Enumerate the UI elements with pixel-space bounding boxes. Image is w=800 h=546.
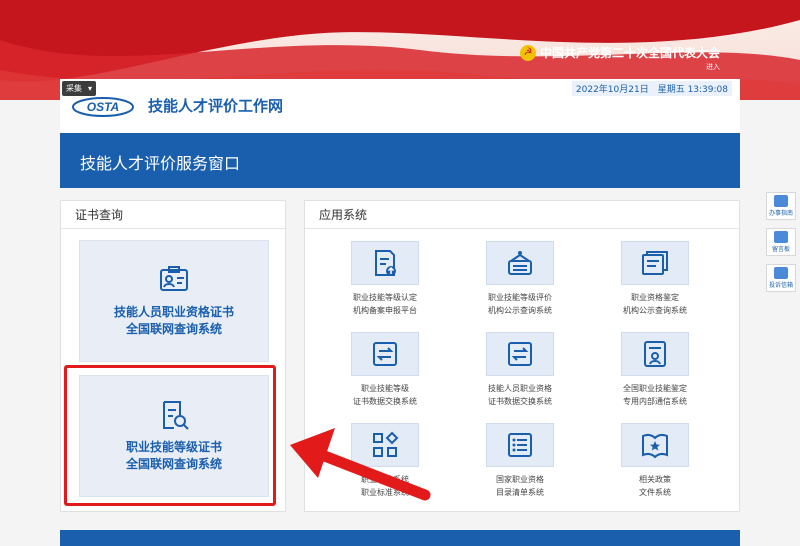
chat-icon xyxy=(774,231,788,243)
app-label-line1: 相关政策 xyxy=(639,475,671,484)
apps-panel: 应用系统 职业技能等级认定 机构备案申报平台 职业技能等级评价 机构公示查询系统 职… xyxy=(304,200,740,512)
app-tile-appraisal-publicity[interactable]: 职业资格鉴定 机构公示查询系统 xyxy=(590,241,720,317)
mail-icon xyxy=(774,267,788,279)
app-label-line1: 职业技能等级 xyxy=(361,384,409,393)
app-label-line2: 目录清单系统 xyxy=(496,488,544,497)
document-upload-icon xyxy=(375,250,396,276)
logo-text: OSTA xyxy=(87,100,119,114)
exchange-icon xyxy=(508,342,532,366)
app-tile-internal-comms[interactable]: 全国职业技能鉴定 专用内部通信系统 xyxy=(590,332,720,408)
map-icon xyxy=(774,195,788,207)
service-window-bar: 技能人才评价服务窗口 xyxy=(60,133,740,188)
app-label-line1: 职业标准系统 xyxy=(361,475,409,484)
party-emblem-icon: ☭ xyxy=(519,44,536,61)
site-title: 技能人才评价工作网 xyxy=(148,97,284,115)
app-label-line1: 技能人员职业资格 xyxy=(488,384,552,393)
collect-label: 采集 xyxy=(66,84,82,93)
footer-bar xyxy=(60,530,740,546)
side-tab-message-board[interactable]: 留言板 xyxy=(766,228,796,256)
cert-query-heading: 证书查询 xyxy=(61,201,285,229)
app-label-line2: 职业标准系统 xyxy=(361,488,409,497)
app-tile-evaluation-publicity[interactable]: 职业技能等级评价 机构公示查询系统 xyxy=(455,241,585,317)
app-label-line1: 国家职业资格 xyxy=(496,475,544,484)
app-label-line2: 文件系统 xyxy=(639,488,671,497)
side-tab-guide[interactable]: 办事指南 xyxy=(766,192,796,220)
policy-book-icon xyxy=(642,433,668,459)
certificate-person-icon xyxy=(160,266,188,291)
service-window-title: 技能人才评价服务窗口 xyxy=(80,154,241,173)
party-congress-badge[interactable]: ☭ 中国共产党第二十次全国代表大会 xyxy=(519,44,720,61)
osta-logo[interactable]: OSTA xyxy=(72,96,134,118)
side-tab-label: 办事指南 xyxy=(768,210,793,217)
party-congress-enter[interactable]: 进入 xyxy=(706,62,720,72)
side-tab-label: 投诉信箱 xyxy=(768,282,793,289)
qualification-cert-line1: 技能人员职业资格证书 xyxy=(113,305,234,319)
list-icon xyxy=(508,433,532,457)
app-tile-occupation-standards[interactable]: 职业标准系统 职业标准系统 xyxy=(320,423,450,499)
app-label-line1: 职业技能等级评价 xyxy=(488,293,552,302)
app-label-line1: 全国职业技能鉴定 xyxy=(623,384,687,393)
contact-card-icon xyxy=(644,341,666,367)
app-label-line2: 证书数据交换系统 xyxy=(353,397,417,406)
site-header: 采集 ▾ OSTA 技能人才评价工作网 2022年10月21日 星期五 13:3… xyxy=(60,79,740,133)
app-label-line1: 职业技能等级认定 xyxy=(353,293,417,302)
notice-board-icon xyxy=(508,251,532,275)
side-tab-label: 留言板 xyxy=(771,246,790,253)
app-label-line2: 机构公示查询系统 xyxy=(623,306,687,315)
collect-button[interactable]: 采集 ▾ xyxy=(62,81,97,96)
app-tile-policy-documents[interactable]: 相关政策 文件系统 xyxy=(590,423,720,499)
side-tab-complaint-mailbox[interactable]: 投诉信箱 xyxy=(766,264,796,292)
app-label-line1: 职业资格鉴定 xyxy=(631,293,679,302)
qualification-cert-line2: 全国联网查询系统 xyxy=(125,322,222,336)
exchange-icon xyxy=(373,342,397,366)
annotation-highlight-box xyxy=(64,365,276,506)
app-tile-skill-cert-exchange[interactable]: 职业技能等级 证书数据交换系统 xyxy=(320,332,450,408)
app-label-line2: 机构备案申报平台 xyxy=(353,306,417,315)
qualification-cert-card[interactable]: 技能人员职业资格证书 全国联网查询系统 xyxy=(79,240,269,362)
app-tile-qualification-exchange[interactable]: 技能人员职业资格 证书数据交换系统 xyxy=(455,332,585,408)
dropdown-caret-icon: ▾ xyxy=(88,84,93,93)
app-label-line2: 证书数据交换系统 xyxy=(488,397,552,406)
app-label-line2: 机构公示查询系统 xyxy=(488,306,552,315)
party-congress-text: 中国共产党第二十次全国代表大会 xyxy=(539,46,720,60)
app-tile-filing-platform[interactable]: 职业技能等级认定 机构备案申报平台 xyxy=(320,241,450,317)
current-datetime: 2022年10月21日 星期五 13:39:08 xyxy=(571,81,732,96)
grid-diamond-icon xyxy=(373,431,399,457)
apps-heading: 应用系统 xyxy=(305,201,739,229)
app-label-line2: 专用内部通信系统 xyxy=(623,397,687,406)
document-stack-icon xyxy=(642,251,668,275)
app-tile-qualification-catalog[interactable]: 国家职业资格 目录清单系统 xyxy=(455,423,585,499)
